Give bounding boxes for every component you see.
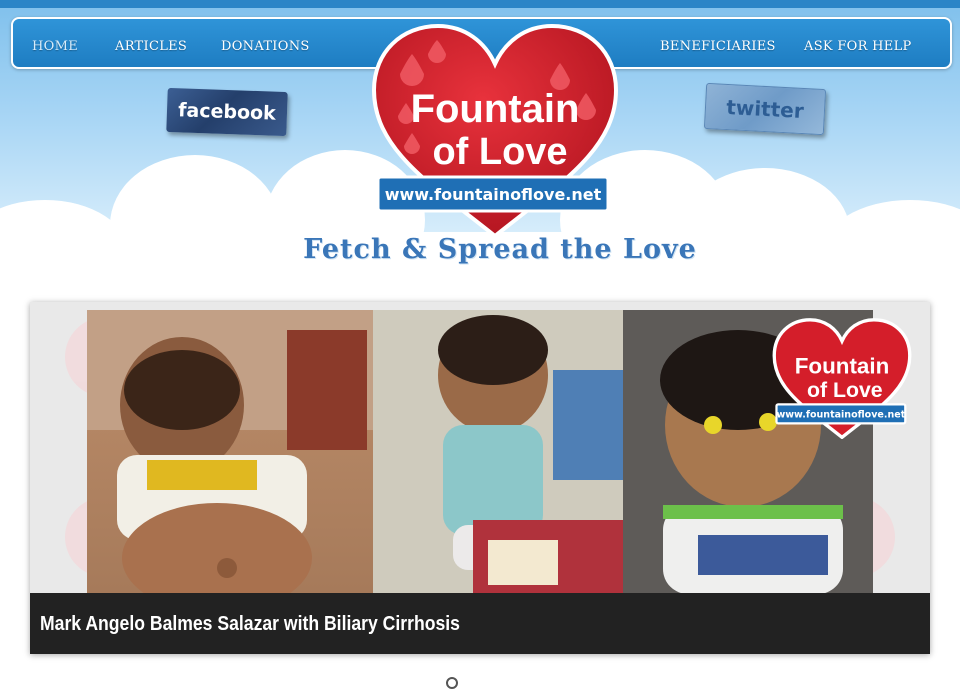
watermark-line1: Fountain — [795, 354, 890, 379]
slide-caption-bar: Mark Angelo Balmes Salazar with Biliary … — [30, 593, 930, 654]
twitter-label: twitter — [725, 94, 805, 124]
facebook-label: facebook — [177, 99, 277, 125]
beneficiary-photo-1 — [87, 310, 373, 594]
nav-ask-for-help[interactable]: ASK FOR HELP — [804, 19, 912, 67]
nav-donations[interactable]: DONATIONS — [221, 19, 310, 67]
slider-pagination-dot[interactable] — [446, 677, 458, 689]
logo-line2: of Love — [432, 131, 567, 173]
facebook-button[interactable]: facebook — [166, 87, 288, 137]
slide-watermark-logo: Fountain of Love www.fountainoflove.net — [772, 318, 912, 439]
logo-line1: Fountain — [411, 87, 580, 131]
twitter-button[interactable]: twitter — [703, 82, 827, 136]
beneficiary-photo-2 — [373, 310, 623, 594]
nav-beneficiaries[interactable]: BENEFICIARIES — [660, 19, 776, 67]
featured-slider[interactable]: Fountain of Love www.fountainoflove.net … — [30, 302, 930, 654]
watermark-url: www.fountainoflove.net — [776, 410, 905, 421]
watermark-line2: of Love — [807, 378, 883, 402]
nav-articles[interactable]: ARTICLES — [115, 19, 187, 67]
slide-caption[interactable]: Mark Angelo Balmes Salazar with Biliary … — [40, 613, 460, 636]
nav-home[interactable]: HOME — [32, 19, 78, 67]
top-strip — [0, 0, 960, 8]
tagline: Fetch & Spread the Love — [303, 234, 697, 265]
fountain-of-love-logo[interactable]: Fountain of Love www.fountainoflove.net — [370, 24, 620, 236]
logo-url: www.fountainoflove.net — [385, 185, 602, 204]
